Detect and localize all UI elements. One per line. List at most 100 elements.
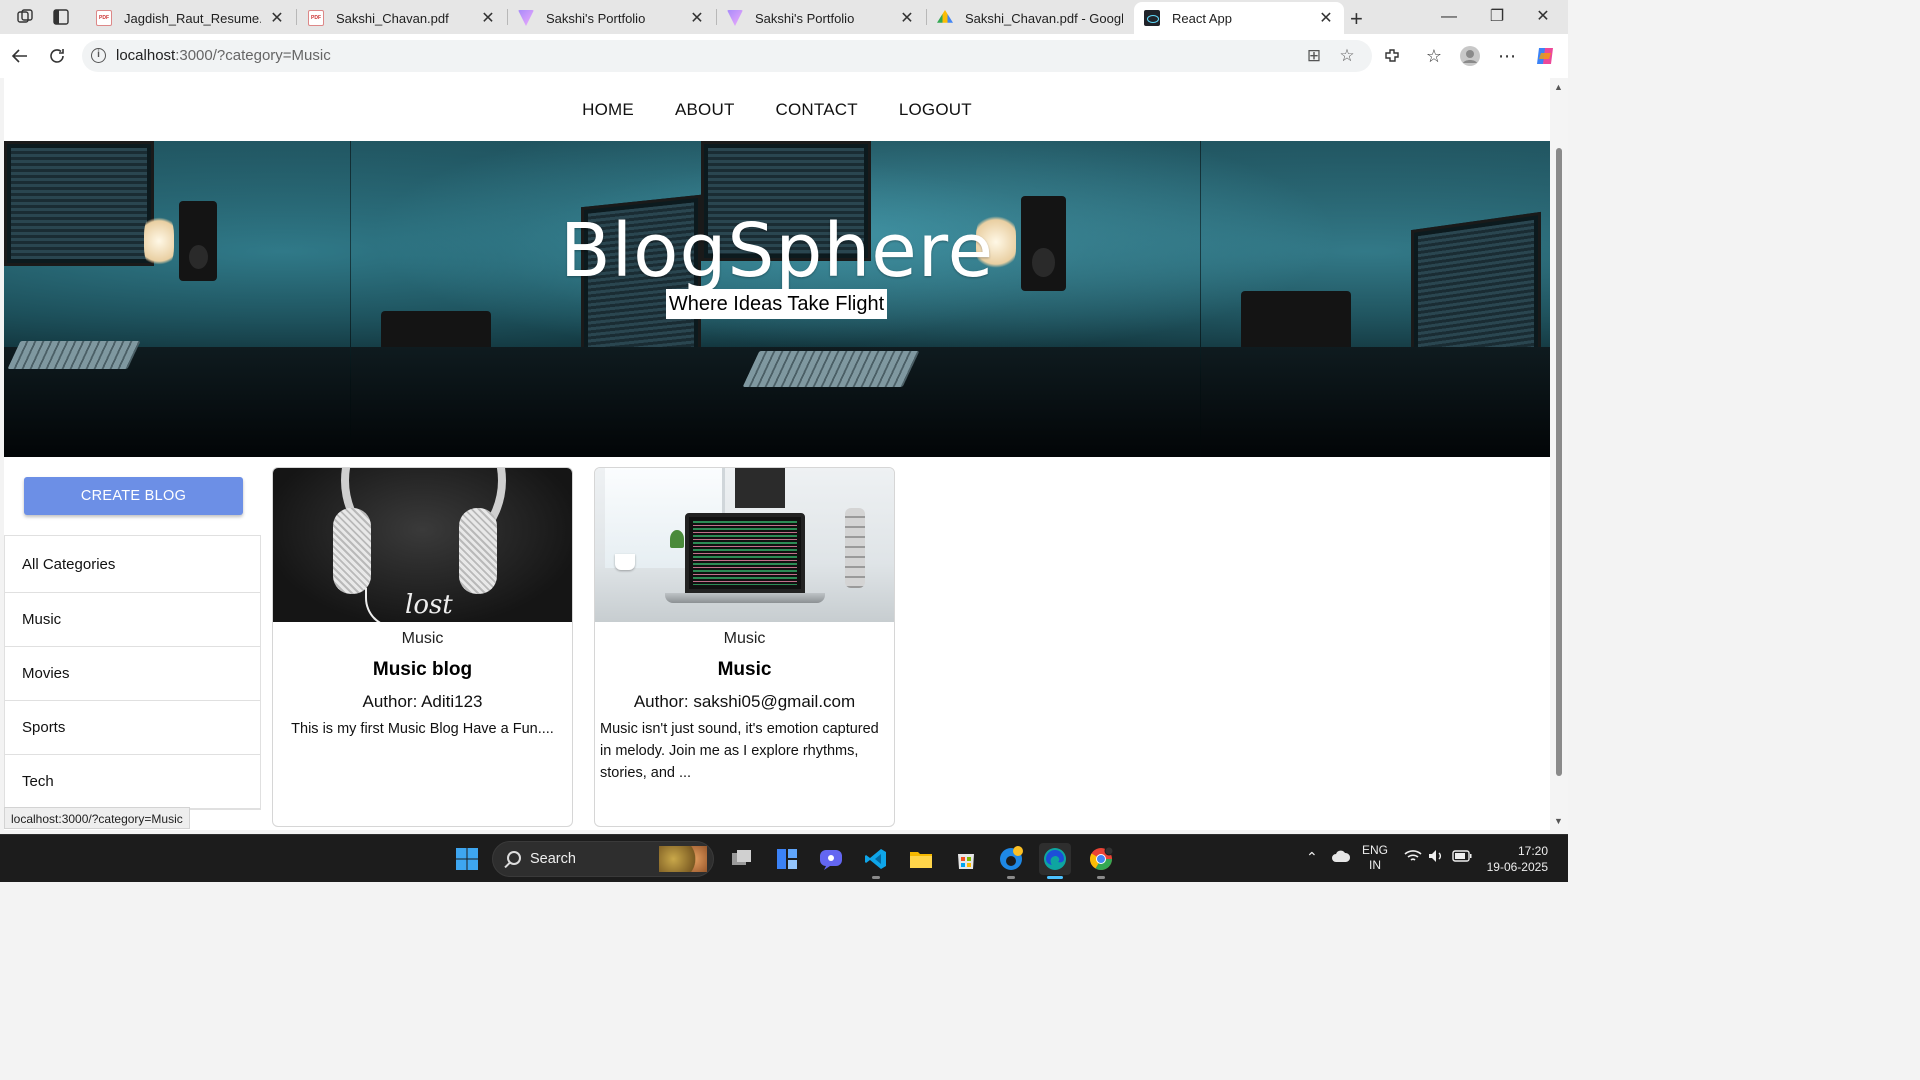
tab-google-drive-pdf[interactable]: Sakshi_Chavan.pdf - Googl (927, 2, 1133, 34)
post-title: Music (717, 659, 772, 680)
hero-banner: BlogSphere Where Ideas Take Flight (4, 141, 1550, 457)
pdf-icon (308, 10, 324, 26)
volume-icon[interactable] (1428, 849, 1444, 866)
tab-label: Sakshi_Chavan.pdf - Googl (965, 10, 1123, 26)
address-bar[interactable]: i localhost:3000/?category=Music ⊞ ☆ (82, 40, 1372, 72)
minimize-button[interactable]: — (1426, 4, 1472, 30)
reload-icon (50, 49, 64, 63)
nav-home-link[interactable]: HOME (582, 100, 634, 120)
browser-toolbar: i localhost:3000/?category=Music ⊞ ☆ ☆ ⋯ (0, 34, 1568, 78)
tab-label: Sakshi_Chavan.pdf (336, 10, 449, 26)
site-navigation: HOME ABOUT CONTACT LOGOUT (4, 78, 1550, 141)
url-path: :3000/?category=Music (175, 47, 331, 64)
category-music[interactable]: Music (5, 593, 260, 647)
tab-label: Jagdish_Raut_Resume.pdf (124, 10, 261, 26)
category-all[interactable]: All Categories (5, 536, 260, 593)
site-info-icon[interactable]: i (91, 48, 106, 63)
nav-about-link[interactable]: ABOUT (675, 100, 735, 120)
post-title: Music blog (372, 659, 473, 680)
tab-portfolio-1[interactable]: Sakshi's Portfolio ✕ (508, 2, 715, 34)
url-host: localhost (116, 47, 176, 64)
blog-post-card[interactable]: lost Music Music blog Author: Aditi123 T… (272, 467, 573, 827)
post-category: Music (401, 630, 444, 647)
running-indicator (872, 876, 880, 879)
close-tab-icon[interactable]: ✕ (1318, 8, 1334, 28)
post-image-headphones: lost (273, 468, 572, 622)
microsoft-store-icon[interactable] (950, 843, 982, 875)
tab-portfolio-2[interactable]: Sakshi's Portfolio ✕ (717, 2, 925, 34)
battery-icon[interactable] (1452, 850, 1472, 865)
tab-resume-pdf[interactable]: Jagdish_Raut_Resume.pdf ✕ (86, 2, 295, 34)
url-text[interactable]: localhost:3000/?category=Music (116, 47, 331, 64)
show-hidden-icons-chevron-icon[interactable]: ⌃ (1306, 849, 1318, 866)
post-author: Author: sakshi05@gmail.com (633, 692, 856, 711)
onedrive-cloud-icon[interactable] (1331, 849, 1351, 866)
chrome-icon[interactable] (1085, 843, 1117, 879)
extensions-icon[interactable] (1379, 43, 1405, 69)
restore-button[interactable]: ❐ (1474, 4, 1520, 30)
new-tab-button[interactable]: + (1350, 6, 1363, 32)
blog-post-card[interactable]: Music Music Author: sakshi05@gmail.com M… (594, 467, 895, 827)
hero-image-panel (4, 141, 351, 457)
favorites-icon[interactable]: ☆ (1421, 43, 1447, 69)
nav-logout-link[interactable]: LOGOUT (899, 100, 972, 120)
category-sports[interactable]: Sports (5, 701, 260, 755)
language-code: ENG (1362, 843, 1389, 857)
tab-sakshi-pdf[interactable]: Sakshi_Chavan.pdf ✕ (298, 2, 506, 34)
split-screen-icon[interactable]: ⊞ (1304, 46, 1324, 66)
close-tab-icon[interactable]: ✕ (689, 8, 705, 28)
tab-react-app[interactable]: React App ✕ (1134, 2, 1344, 34)
category-list: All Categories Music Movies Sports Tech (4, 535, 261, 810)
category-movies[interactable]: Movies (5, 647, 260, 701)
vscode-icon[interactable] (860, 843, 892, 879)
close-tab-icon[interactable]: ✕ (899, 8, 915, 28)
copilot-icon[interactable] (1532, 43, 1558, 69)
edge-beta-icon[interactable] (995, 843, 1027, 879)
nav-contact-link[interactable]: CONTACT (776, 100, 858, 120)
taskbar-search-box[interactable]: Search (492, 841, 714, 877)
pdf-icon (96, 10, 112, 26)
scrollbar-thumb[interactable] (1556, 148, 1562, 776)
scroll-down-arrow-icon[interactable]: ▼ (1554, 816, 1563, 826)
vercel-v-icon (518, 10, 534, 26)
widgets-icon[interactable] (771, 843, 803, 875)
create-blog-button[interactable]: CREATE BLOG (24, 477, 243, 515)
system-clock[interactable]: 17:20 19-06-2025 (1486, 843, 1548, 875)
post-image-laptop (595, 468, 894, 622)
react-icon (1144, 10, 1160, 26)
clock-time: 17:20 (1517, 844, 1548, 858)
tab-label: Sakshi's Portfolio (755, 10, 855, 26)
close-tab-icon[interactable]: ✕ (269, 8, 285, 28)
running-indicator (1007, 876, 1015, 879)
page-scrollbar[interactable]: ▲ ▼ (1550, 78, 1568, 830)
windows-start-icon[interactable] (451, 843, 483, 875)
meet-chat-icon[interactable] (815, 843, 847, 875)
post-author: Author: Aditi123 (362, 692, 483, 711)
close-tab-icon[interactable]: ✕ (480, 8, 496, 28)
tab-divider (296, 9, 297, 25)
link-status-bar: localhost:3000/?category=Music (4, 807, 190, 829)
favorite-star-icon[interactable]: ☆ (1337, 46, 1357, 66)
page-viewport: HOME ABOUT CONTACT LOGOUT BlogSphere Whe… (4, 78, 1550, 830)
wifi-icon[interactable] (1404, 849, 1422, 866)
hero-title: BlogSphere (559, 208, 995, 294)
category-tech[interactable]: Tech (5, 755, 260, 809)
workspaces-icon[interactable] (14, 6, 36, 28)
active-app-indicator (1047, 876, 1063, 879)
hero-image-panel (1201, 141, 1550, 457)
back-arrow-icon (11, 49, 27, 63)
post-category: Music (723, 630, 766, 647)
reload-button[interactable] (44, 43, 70, 69)
vertical-tabs-icon[interactable] (50, 6, 72, 28)
edge-browser-icon[interactable] (1039, 843, 1071, 879)
vercel-v-icon (727, 10, 743, 26)
task-view-icon[interactable] (726, 843, 758, 875)
close-window-button[interactable]: ✕ (1520, 4, 1566, 30)
file-explorer-icon[interactable] (905, 843, 937, 875)
profile-avatar[interactable] (1457, 43, 1483, 69)
more-menu-icon[interactable]: ⋯ (1494, 43, 1520, 69)
scroll-up-arrow-icon[interactable]: ▲ (1554, 82, 1563, 92)
back-button[interactable] (7, 43, 33, 69)
region-code: IN (1369, 858, 1381, 872)
language-indicator[interactable]: ENG IN (1362, 843, 1388, 873)
